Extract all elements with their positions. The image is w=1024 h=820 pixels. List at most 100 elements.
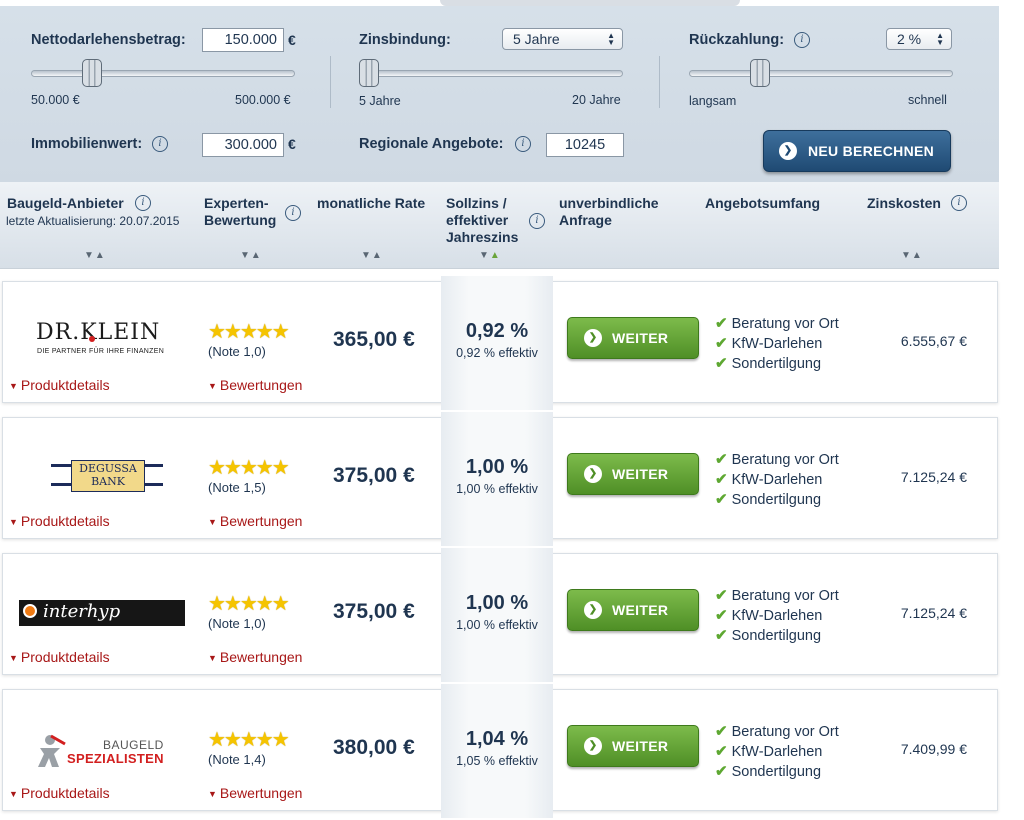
check-icon: ✔ bbox=[715, 743, 728, 760]
property-value-label: Immobilienwert: bbox=[31, 136, 143, 152]
effective-rate: 1,00 % effektiv bbox=[456, 482, 538, 496]
loan-parameters-panel: Nettodarlehensbetrag: 150.000 € 50.000 €… bbox=[0, 6, 999, 182]
monthly-rate: 365,00 € bbox=[333, 328, 415, 351]
info-icon[interactable]: i bbox=[794, 32, 810, 48]
repayment-label: Rückzahlung: bbox=[689, 32, 785, 48]
double-chevron-down-icon: ▼ bbox=[208, 517, 217, 527]
feature-item: ✔ Beratung vor Ort bbox=[715, 722, 839, 740]
check-icon: ✔ bbox=[715, 587, 728, 604]
info-icon[interactable]: i bbox=[152, 136, 168, 152]
fixed-rate-slider-handle[interactable] bbox=[359, 59, 379, 87]
fixed-rate-slider-track[interactable] bbox=[359, 70, 623, 77]
reviews-link[interactable]: ▼ Bewertungen bbox=[208, 377, 302, 393]
double-chevron-down-icon: ▼ bbox=[9, 517, 18, 527]
logo-plate: DEGUSSA BANK bbox=[71, 460, 145, 492]
product-details-link[interactable]: ▼ Produktdetails bbox=[9, 513, 110, 529]
provider-logo: DR.KLEIN DIE PARTNER FÜR IHRE FINANZEN bbox=[17, 312, 189, 360]
info-icon[interactable]: i bbox=[529, 213, 545, 229]
continue-button[interactable]: ❯ WEITER bbox=[567, 589, 699, 631]
product-details-label: Produktdetails bbox=[20, 377, 110, 393]
continue-button[interactable]: ❯ WEITER bbox=[567, 317, 699, 359]
net-loan-slider-handle[interactable] bbox=[82, 59, 102, 87]
provider-logo: DEGUSSA BANK bbox=[17, 448, 189, 496]
rating-note: (Note 1,5) bbox=[208, 480, 266, 495]
continue-button-label: WEITER bbox=[612, 602, 669, 618]
repayment-slider-handle[interactable] bbox=[750, 59, 770, 87]
rate-column-highlight bbox=[441, 548, 553, 682]
feature-item: ✔ Sondertilgung bbox=[715, 354, 821, 372]
interest-rate: 1,00 % bbox=[465, 456, 529, 478]
check-icon: ✔ bbox=[715, 451, 728, 468]
feature-label: Sondertilgung bbox=[731, 492, 822, 508]
arrow-right-icon: ❯ bbox=[584, 329, 602, 347]
reviews-label: Bewertungen bbox=[219, 377, 303, 393]
net-loan-slider-track[interactable] bbox=[31, 70, 295, 77]
sort-arrows-icon[interactable]: ▼▲ bbox=[479, 250, 501, 261]
recalculate-button[interactable]: ❯ NEU BERECHNEN bbox=[763, 130, 951, 172]
rating-note: (Note 1,0) bbox=[208, 344, 266, 359]
property-value-input[interactable]: 300.000 bbox=[202, 133, 284, 157]
repayment-value: 2 % bbox=[897, 31, 922, 47]
product-details-link[interactable]: ▼ Produktdetails bbox=[9, 377, 110, 393]
sort-arrows-icon[interactable]: ▼▲ bbox=[84, 250, 106, 261]
continue-button-label: WEITER bbox=[612, 330, 669, 346]
product-details-link[interactable]: ▼ Produktdetails bbox=[9, 649, 110, 665]
provider-logo: interhyp bbox=[17, 584, 189, 632]
double-chevron-down-icon: ▼ bbox=[9, 653, 18, 663]
results-table-header: Baugeld-Anbieter i letzte Aktualisierung… bbox=[0, 182, 999, 269]
interest-cost: 7.125,24 € bbox=[900, 605, 967, 621]
sort-arrows-icon[interactable]: ▼▲ bbox=[240, 250, 262, 261]
reviews-link[interactable]: ▼ Bewertungen bbox=[208, 513, 302, 529]
info-icon[interactable]: i bbox=[135, 195, 151, 211]
feature-item: ✔ Sondertilgung bbox=[715, 490, 821, 508]
star-rating: ★★★★★ bbox=[208, 729, 290, 751]
col-provider: Baugeld-Anbieter bbox=[7, 195, 124, 211]
rate-column-highlight bbox=[441, 684, 553, 818]
product-details-link[interactable]: ▼ Produktdetails bbox=[9, 785, 110, 801]
repayment-slider-track[interactable] bbox=[689, 70, 953, 77]
repayment-select[interactable]: 2 % ▲ ▼ bbox=[886, 28, 952, 50]
info-icon[interactable]: i bbox=[285, 205, 301, 221]
logo-text: DR.KLEIN bbox=[36, 320, 161, 345]
continue-button[interactable]: ❯ WEITER bbox=[567, 725, 699, 767]
offer-row: DR.KLEIN DIE PARTNER FÜR IHRE FINANZEN ★… bbox=[2, 276, 998, 410]
feature-label: KfW-Darlehen bbox=[731, 336, 823, 352]
double-chevron-down-icon: ▼ bbox=[208, 381, 217, 391]
check-icon: ✔ bbox=[715, 723, 728, 740]
info-icon[interactable]: i bbox=[515, 136, 531, 152]
col-expert-1: Experten- bbox=[204, 195, 269, 211]
fixed-rate-value: 5 Jahre bbox=[513, 31, 560, 47]
reviews-link[interactable]: ▼ Bewertungen bbox=[208, 649, 302, 665]
fixed-rate-label: Zinsbindung: bbox=[359, 32, 451, 48]
net-loan-input[interactable]: 150.000 bbox=[202, 28, 284, 52]
feature-item: ✔ Beratung vor Ort bbox=[715, 586, 839, 604]
rating-note: (Note 1,0) bbox=[208, 616, 266, 631]
postal-code-input[interactable]: 10245 bbox=[546, 133, 624, 157]
fixed-rate-min: 5 Jahre bbox=[359, 94, 401, 108]
double-chevron-down-icon: ▼ bbox=[9, 381, 18, 391]
effective-rate: 0,92 % effektiv bbox=[456, 346, 538, 360]
star-rating: ★★★★★ bbox=[208, 321, 290, 343]
info-icon[interactable]: i bbox=[951, 195, 967, 211]
logo-figure-icon bbox=[38, 734, 66, 767]
sort-arrows-icon[interactable]: ▼▲ bbox=[901, 250, 923, 261]
reviews-label: Bewertungen bbox=[219, 513, 303, 529]
interest-rate: 1,00 % bbox=[465, 592, 529, 614]
feature-item: ✔ Sondertilgung bbox=[715, 762, 821, 780]
feature-label: KfW-Darlehen bbox=[731, 608, 823, 624]
reviews-link[interactable]: ▼ Bewertungen bbox=[208, 785, 302, 801]
feature-label: Beratung vor Ort bbox=[731, 588, 839, 604]
feature-label: Beratung vor Ort bbox=[731, 452, 839, 468]
sort-arrows-icon[interactable]: ▼▲ bbox=[361, 250, 383, 261]
net-loan-max: 500.000 € bbox=[235, 93, 291, 107]
feature-label: Sondertilgung bbox=[731, 356, 822, 372]
reviews-label: Bewertungen bbox=[219, 785, 303, 801]
reviews-label: Bewertungen bbox=[219, 649, 303, 665]
star-rating: ★★★★★ bbox=[208, 593, 290, 615]
last-update: letzte Aktualisierung: 20.07.2015 bbox=[6, 214, 180, 228]
divider bbox=[330, 56, 331, 108]
fixed-rate-select[interactable]: 5 Jahre ▲ ▼ bbox=[502, 28, 623, 50]
check-icon: ✔ bbox=[715, 355, 728, 372]
continue-button[interactable]: ❯ WEITER bbox=[567, 453, 699, 495]
feature-item: ✔ KfW-Darlehen bbox=[715, 334, 822, 352]
